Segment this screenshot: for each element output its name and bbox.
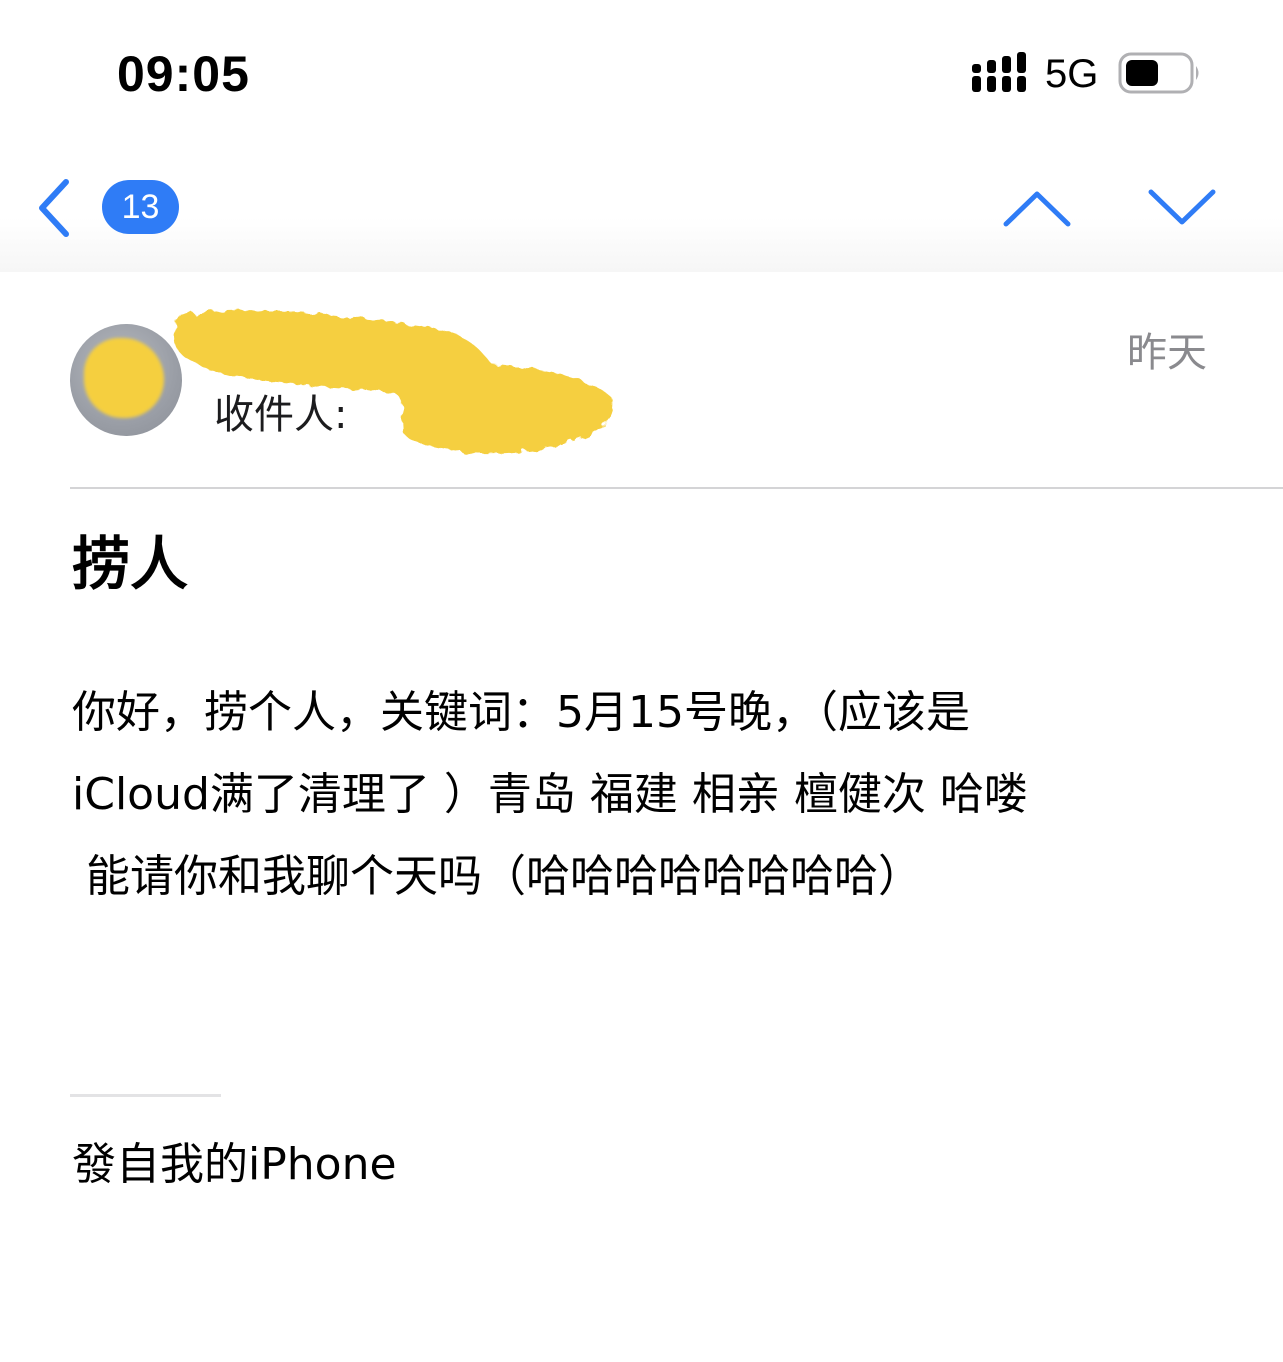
network-type: 5G	[1045, 52, 1099, 96]
status-bar: 09:05 5G	[0, 0, 1283, 150]
battery-icon	[1118, 52, 1199, 94]
message-subject: 捞人	[72, 530, 189, 598]
chevron-up-icon[interactable]	[1000, 184, 1074, 230]
message-signature: 發自我的iPhone	[72, 1139, 397, 1190]
body-line: 你好，捞个人，关键词：5月15号晚，（应该是	[72, 687, 970, 738]
sender-avatar[interactable]	[70, 324, 182, 436]
body-line: iCloud满了清理了 ）青岛 福建 相亲 檀健次 哈喽	[72, 769, 1028, 820]
unread-count-badge[interactable]: 13	[102, 180, 179, 234]
avatar-redaction-mark	[84, 338, 164, 418]
signal-bars-icon	[972, 52, 1026, 92]
chevron-down-icon[interactable]	[1145, 184, 1219, 230]
header-divider	[70, 487, 1283, 489]
status-time: 09:05	[117, 46, 250, 102]
navigation-bar: 13	[0, 150, 1283, 272]
body-line: 能请你和我聊个天吗（哈哈哈哈哈哈哈哈）	[72, 851, 922, 902]
chevron-left-icon[interactable]	[32, 176, 76, 240]
message-date: 昨天	[1127, 330, 1207, 376]
recipient-label: 收件人:	[214, 392, 348, 438]
message-body: 你好，捞个人，关键词：5月15号晚，（应该是 iCloud满了清理了 ）青岛 福…	[72, 672, 1192, 918]
signature-divider	[70, 1094, 221, 1097]
